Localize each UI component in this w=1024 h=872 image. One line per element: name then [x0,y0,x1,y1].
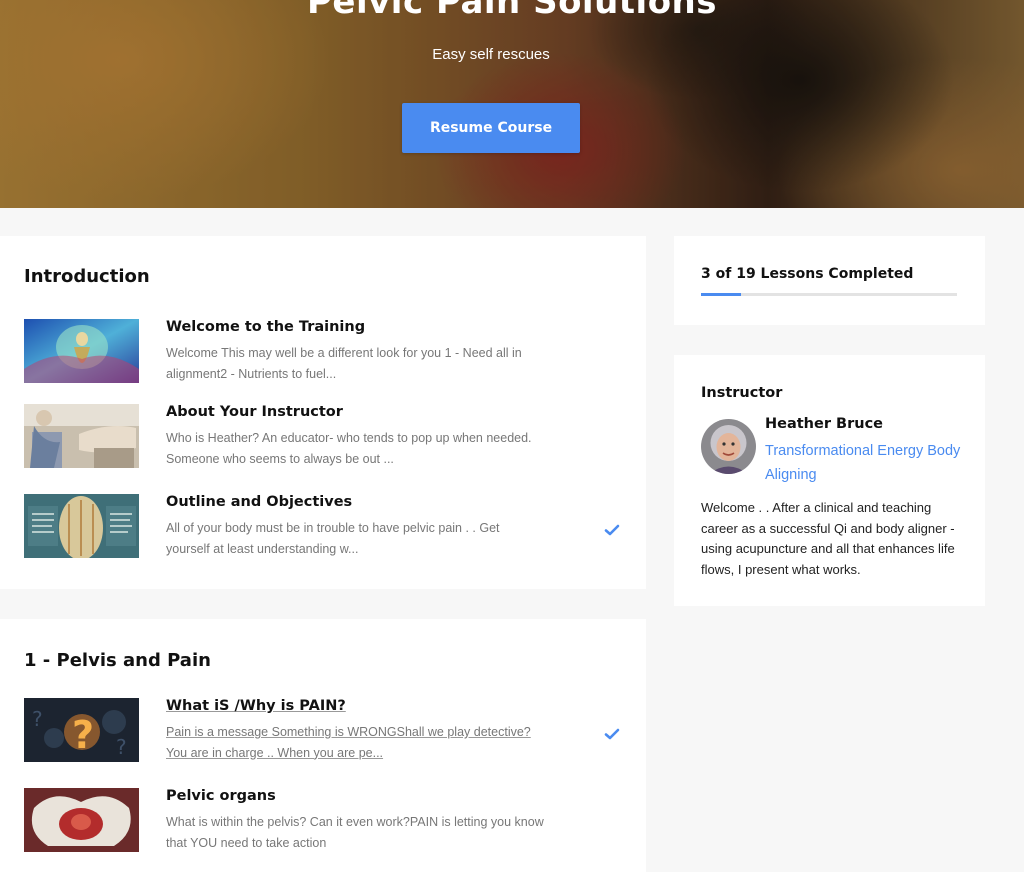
instructor-title-link[interactable]: Transformational Energy Body Aligning [765,439,965,487]
course-hero-banner: Pelvic Pain Solutions Easy self rescues … [0,0,1024,208]
lesson-item-welcome[interactable]: Welcome to the Training Welcome This may… [24,319,624,385]
progress-bar-fill [701,293,742,296]
lesson-description: Who is Heather? An educator- who tends t… [166,431,532,466]
section-title: 1 - Pelvis and Pain [24,650,211,671]
course-title: Pelvic Pain Solutions [307,0,717,22]
instructor-avatar [701,419,756,474]
section-title: Introduction [24,266,150,287]
completed-checkmark-icon [604,728,620,740]
lesson-title: Outline and Objectives [166,494,353,510]
lesson-description: What is within the pelvis? Can it even w… [166,815,544,850]
section-card-pelvis-and-pain: 1 - Pelvis and Pain ? ? ? What iS /Why i… [0,619,646,872]
lesson-thumbnail [24,404,139,468]
lesson-title: Pelvic organs [166,788,276,804]
course-subtitle: Easy self rescues [432,46,550,63]
lesson-thumbnail [24,319,139,383]
lesson-title: About Your Instructor [166,404,343,420]
progress-card: 3 of 19 Lessons Completed [674,236,985,325]
lesson-thumbnail [24,494,139,558]
instructor-heading: Instructor [701,385,783,401]
lesson-thumbnail: ? ? ? [24,698,139,762]
lesson-description[interactable]: Pain is a message Something is WRONGShal… [166,722,546,763]
progress-bar [701,293,957,296]
instructor-card: Instructor Heather Bruce Transformationa… [674,355,985,606]
progress-label: 3 of 19 Lessons Completed [701,266,914,282]
lesson-title: Welcome to the Training [166,319,366,335]
lesson-description: All of your body must be in trouble to h… [166,521,500,556]
svg-text:?: ? [32,707,43,731]
lesson-item-about-instructor[interactable]: About Your Instructor Who is Heather? An… [24,404,624,470]
svg-text:?: ? [72,713,94,757]
lesson-item-pelvic-organs[interactable]: Pelvic organs What is within the pelvis?… [24,788,624,854]
lesson-item-what-is-pain[interactable]: ? ? ? What iS /Why is PAIN? Pain is a me… [24,698,624,764]
instructor-name: Heather Bruce [765,416,883,432]
lesson-item-outline-objectives[interactable]: Outline and Objectives All of your body … [24,494,624,560]
lesson-thumbnail [24,788,139,852]
lesson-description: Welcome This may well be a different loo… [166,346,522,381]
completed-checkmark-icon [604,524,620,536]
resume-course-button[interactable]: Resume Course [402,103,580,153]
svg-text:?: ? [116,735,127,759]
section-card-introduction: Introduction Welcome to the Training Wel… [0,236,646,589]
instructor-bio: Welcome . . After a clinical and teachin… [701,500,955,578]
lesson-title[interactable]: What iS /Why is PAIN? [166,698,346,714]
